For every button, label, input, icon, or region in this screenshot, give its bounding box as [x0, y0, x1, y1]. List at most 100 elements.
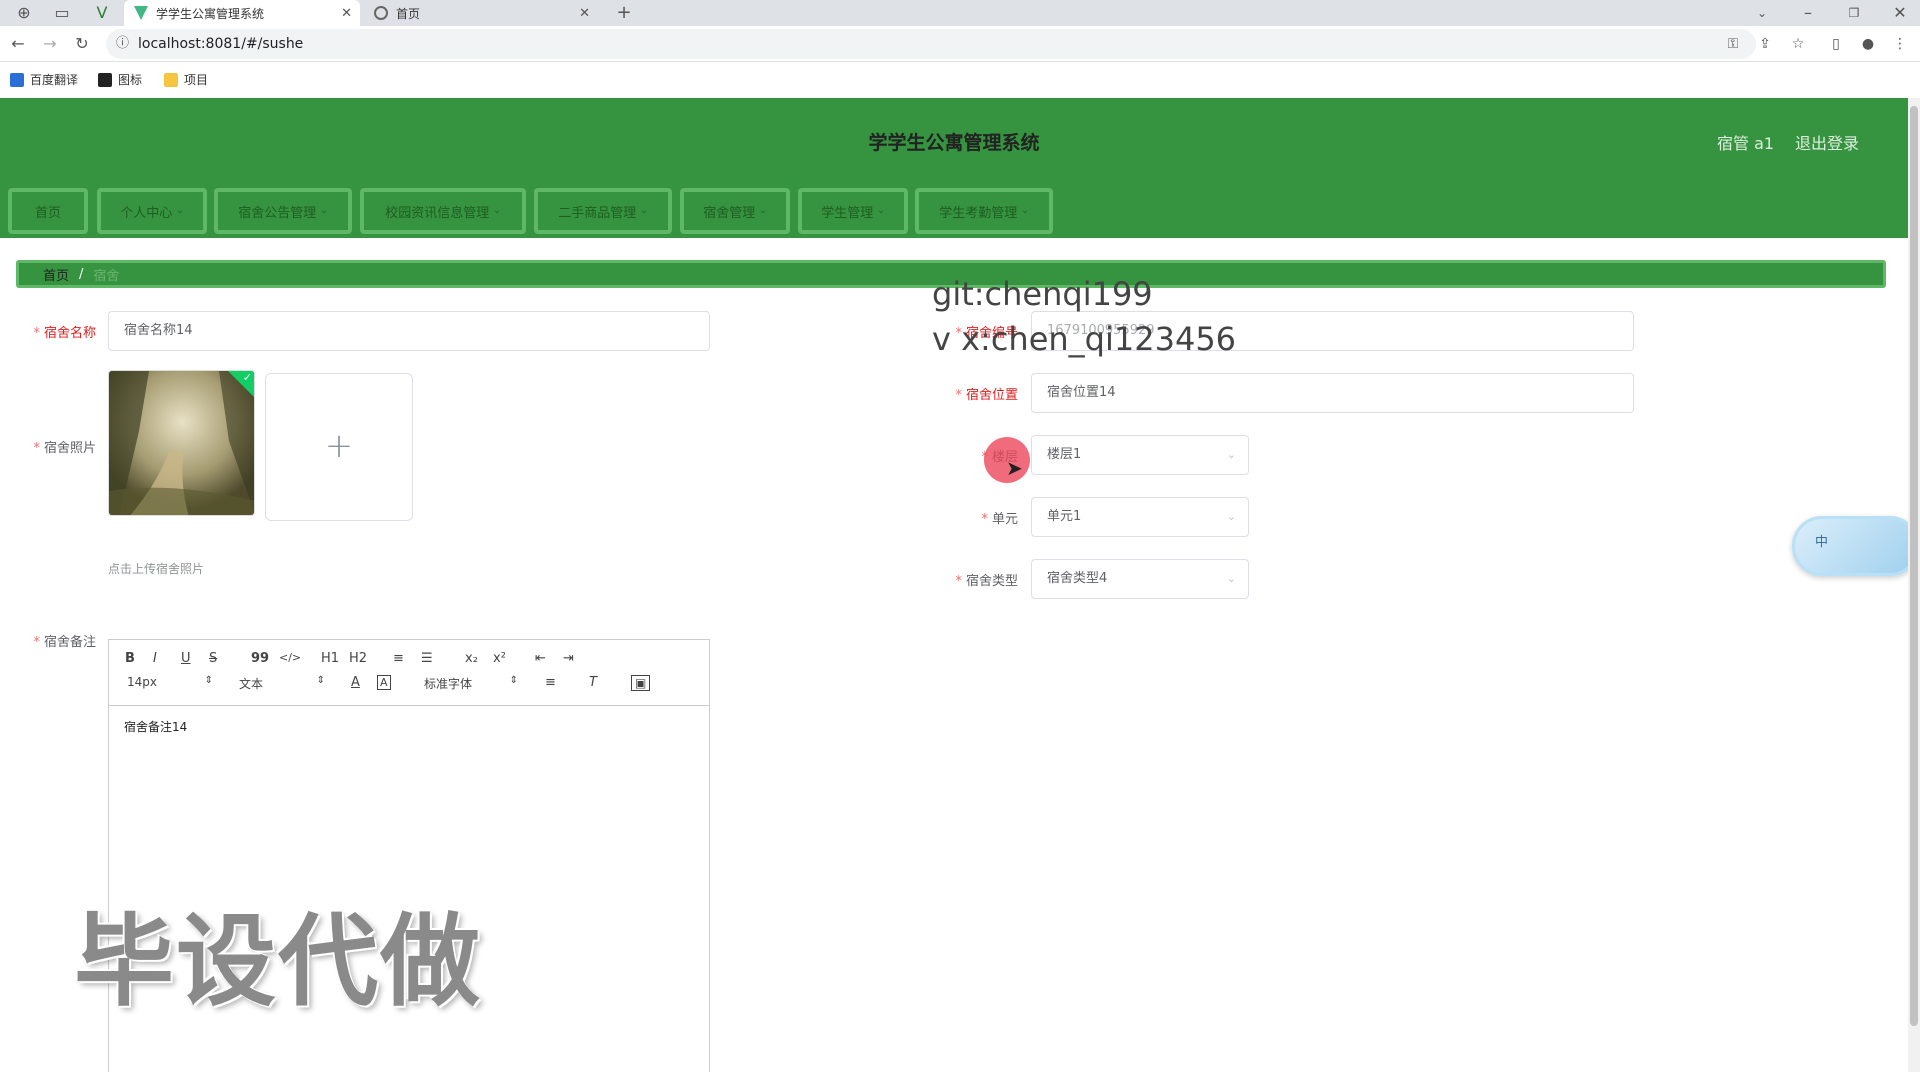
nav-notice-mgmt[interactable]: 宿舍公告管理 ⌄: [214, 188, 352, 234]
nav-label: 首页: [34, 205, 61, 221]
nav-news-mgmt[interactable]: 校园资讯信息管理 ⌄: [360, 188, 526, 234]
nav-label: 宿舍管理: [703, 205, 756, 221]
tab-home-label: 首页: [396, 6, 421, 21]
dorm-photo-thumbnail[interactable]: ✓: [108, 370, 255, 516]
star-icon[interactable]: ☆: [1788, 34, 1808, 54]
key-icon[interactable]: ⚿: [1723, 34, 1743, 54]
code-block-button[interactable]: </>: [279, 651, 301, 664]
folder-icon: [164, 72, 178, 87]
plus-icon: +: [324, 426, 354, 466]
floating-input-widget[interactable]: 中: [1792, 516, 1920, 576]
tab-app-label: 学学生公寓管理系统: [156, 6, 265, 21]
bold-button[interactable]: B: [125, 651, 135, 666]
close-icon[interactable]: ✕: [579, 6, 590, 21]
minimize-icon[interactable]: –: [1796, 1, 1820, 25]
back-icon[interactable]: ←: [6, 32, 30, 56]
outdent-button[interactable]: ⇤: [535, 651, 546, 666]
reload-icon[interactable]: ↻: [70, 32, 94, 56]
info-icon[interactable]: ⓘ: [116, 29, 129, 59]
tab-search-icon[interactable]: ⊕: [12, 1, 36, 25]
format-select[interactable]: 文本 ⇕: [239, 675, 325, 692]
h1-button[interactable]: H1: [321, 651, 339, 666]
restore-icon[interactable]: ❐: [1842, 1, 1866, 25]
watermark-banner: 毕设代做: [74, 903, 482, 1020]
breadcrumb-separator: /: [79, 266, 84, 282]
align-icon[interactable]: ≡: [545, 675, 556, 690]
bookmark-baidu-translate[interactable]: 百度翻译: [10, 71, 78, 88]
underline-button[interactable]: U: [181, 651, 191, 666]
subscript-button[interactable]: x₂: [465, 651, 478, 666]
dorm-name-input[interactable]: 宿舍名称14: [108, 311, 710, 351]
photo-upload-hint: 点击上传宿舍照片: [108, 562, 205, 576]
logout-link[interactable]: 退出登录: [1795, 130, 1859, 154]
share-icon[interactable]: ⇪: [1755, 34, 1775, 54]
watermark-git: git:chenqi199: [932, 275, 1153, 313]
dorm-name-value: 宿舍名称14: [124, 323, 193, 338]
strike-button[interactable]: S: [209, 651, 217, 666]
clear-format-icon[interactable]: T: [589, 675, 597, 690]
nav-label: 个人中心: [120, 205, 173, 221]
profile-icon[interactable]: ●: [1858, 34, 1878, 54]
nav-home[interactable]: 首页: [8, 188, 88, 234]
indent-button[interactable]: ⇥: [563, 651, 574, 666]
bookmark-project[interactable]: 项目: [164, 71, 208, 88]
label-dorm-photo: * 宿舍照片: [33, 441, 96, 456]
unit-select[interactable]: 单元1 ⌄: [1031, 497, 1249, 537]
italic-button[interactable]: I: [153, 651, 157, 666]
superscript-button[interactable]: x²: [493, 651, 506, 666]
ordered-list-button[interactable]: ≡: [393, 651, 404, 666]
nav-label: 二手商品管理: [558, 205, 637, 221]
sidepanel-icon[interactable]: ▯: [1826, 34, 1846, 54]
editor-toolbar: B I U S 99 </> H1 H2 ≡ ☰ x₂ x² ⇤ ⇥ 14px ⇕…: [109, 640, 709, 706]
dorm-type-select[interactable]: 宿舍类型4 ⌄: [1031, 559, 1249, 599]
dorm-location-input[interactable]: 宿舍位置14: [1031, 373, 1634, 413]
font-size-select[interactable]: 14px ⇕: [127, 675, 213, 689]
label-dorm-type: * 宿舍类型: [955, 574, 1018, 589]
label-unit: * 单元: [981, 512, 1018, 527]
dorm-location-value: 宿舍位置14: [1047, 385, 1116, 400]
url-field[interactable]: ⓘ localhost:8081/#/sushe: [106, 29, 1756, 59]
font-color-icon[interactable]: A: [351, 675, 360, 690]
globe-icon: [374, 6, 388, 20]
vue-tab-icon[interactable]: V: [90, 1, 114, 25]
tab-home[interactable]: 首页 ✕: [362, 0, 598, 26]
bookmark-label: 项目: [184, 73, 209, 87]
blockquote-button[interactable]: 99: [251, 651, 269, 666]
browser-tabstrip: ⊕ ▭ V 学学生公寓管理系统 ✕ 首页 ✕ + ⌄ – ❐ ✕: [0, 0, 1920, 26]
chevron-down-icon: ⌄: [640, 206, 648, 216]
image-icon[interactable]: ▣: [631, 675, 651, 691]
chevron-down-icon: ⌄: [1226, 572, 1236, 585]
window-close-icon[interactable]: ✕: [1888, 1, 1912, 25]
tab-app[interactable]: 学学生公寓管理系统 ✕: [124, 0, 360, 26]
bookmark-icons[interactable]: 图标: [98, 71, 142, 88]
bullet-list-button[interactable]: ☰: [421, 651, 433, 666]
dorm-type-value: 宿舍类型4: [1047, 571, 1108, 586]
floor-select[interactable]: 楼层1 ⌄: [1031, 435, 1249, 475]
editor-content[interactable]: 宿舍备注14: [124, 718, 187, 735]
background-color-icon[interactable]: A: [377, 675, 391, 690]
h2-button[interactable]: H2: [349, 651, 367, 666]
vue-logo-icon: [134, 6, 148, 20]
forward-icon[interactable]: →: [38, 32, 62, 56]
nav-student-mgmt[interactable]: 学生管理 ⌄: [798, 188, 908, 234]
nav-dorm-mgmt[interactable]: 宿舍管理 ⌄: [680, 188, 790, 234]
nav-personal-center[interactable]: 个人中心 ⌄: [97, 188, 207, 234]
font-family-select[interactable]: 标准字体 ⇕: [424, 675, 518, 692]
nav-attendance-mgmt[interactable]: 学生考勤管理 ⌄: [915, 188, 1053, 234]
breadcrumb-current: 宿舍: [93, 268, 120, 284]
new-tab-icon[interactable]: +: [612, 1, 636, 25]
pinned-tab-icon[interactable]: ▭: [50, 1, 74, 25]
chevron-down-icon: ⌄: [493, 206, 501, 216]
app-title: 学学生公寓管理系统: [868, 132, 1040, 154]
menu-icon[interactable]: ⋮: [1890, 34, 1910, 54]
breadcrumb-home[interactable]: 首页: [43, 265, 69, 284]
page-scrollbar[interactable]: [1908, 98, 1920, 1072]
nav-secondhand-mgmt[interactable]: 二手商品管理 ⌄: [534, 188, 672, 234]
photo-upload-button[interactable]: +: [265, 373, 413, 521]
chevron-down-icon[interactable]: ⌄: [1750, 1, 1774, 25]
translate-icon: [10, 72, 24, 87]
mouse-cursor-icon: ➤: [1006, 456, 1023, 480]
close-icon[interactable]: ✕: [341, 6, 352, 21]
nav-label: 校园资讯信息管理: [385, 205, 490, 221]
scrollbar-thumb[interactable]: [1910, 106, 1918, 1026]
